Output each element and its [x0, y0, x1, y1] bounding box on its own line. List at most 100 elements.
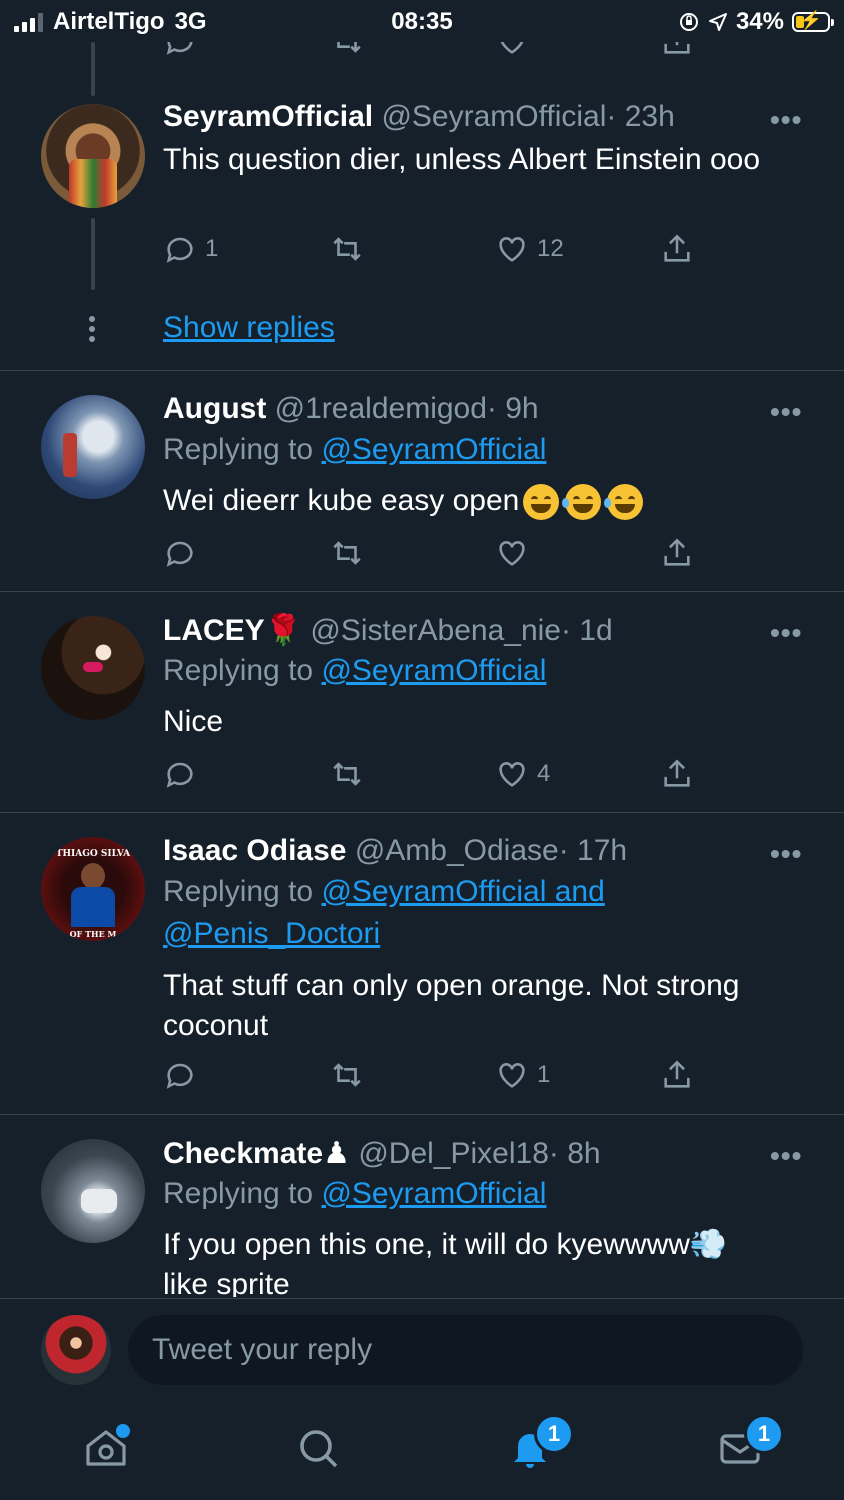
- share-icon: [664, 1060, 690, 1088]
- handle[interactable]: @1realdemigod: [275, 392, 487, 425]
- avatar[interactable]: [41, 104, 145, 208]
- mention-link[interactable]: @Penis_Doctori: [163, 917, 380, 951]
- reply-icon: [166, 1063, 193, 1089]
- like-button[interactable]: 1: [495, 1058, 550, 1092]
- share-icon: [664, 234, 690, 262]
- mention-link[interactable]: @SeyramOfficial: [321, 654, 546, 687]
- more-options-icon[interactable]: •••: [770, 1140, 802, 1172]
- retweet-icon: [333, 1063, 361, 1087]
- like-button[interactable]: 4: [495, 757, 550, 791]
- grinning-sweat-emoji: [523, 484, 560, 521]
- retweet-button[interactable]: [330, 1058, 364, 1092]
- tweet-text: Wei dieerr kube easy open: [163, 481, 813, 521]
- like-button[interactable]: [495, 536, 529, 570]
- dash-emoji: 💨: [689, 1228, 728, 1261]
- tweet[interactable]: THIAGO SILVA OF THE M Isaac Odiase @Amb_…: [0, 813, 844, 1113]
- tab-notifications[interactable]: 1: [500, 1414, 574, 1478]
- mention-link[interactable]: @SeyramOfficial: [321, 433, 546, 466]
- timestamp: · 8h: [548, 1137, 601, 1170]
- tweet-text: That stuff can only open orange. Not str…: [163, 969, 740, 1042]
- tab-bar: 1 1: [0, 1398, 844, 1500]
- tweet-text: Nice: [163, 705, 224, 738]
- replying-to-prefix: Replying to: [163, 433, 314, 466]
- tweet[interactable]: SeyramOfficial @SeyramOfficial· 23h ••• …: [0, 0, 844, 370]
- messages-badge: 1: [744, 1414, 784, 1454]
- like-count: 1: [537, 1061, 551, 1088]
- replying-to-prefix: Replying to: [163, 875, 314, 908]
- replying-to: Replying to @SeyramOfficial: [163, 433, 546, 467]
- share-button[interactable]: [660, 232, 694, 266]
- retweet-button[interactable]: [330, 757, 364, 791]
- reply-button[interactable]: 1: [163, 232, 218, 266]
- retweet-icon: [333, 237, 361, 261]
- search-icon: [300, 1430, 338, 1468]
- home-new-dot: [114, 1422, 132, 1440]
- handle[interactable]: @SeyramOfficial: [381, 100, 606, 133]
- reply-icon: [166, 762, 193, 788]
- tweet[interactable]: August @1realdemigod· 9h ••• Replying to…: [0, 371, 844, 591]
- avatar[interactable]: [41, 1139, 145, 1243]
- retweet-button[interactable]: [330, 232, 364, 266]
- like-count: 4: [537, 760, 551, 787]
- replying-to-prefix: Replying to: [163, 654, 314, 687]
- more-replies-icon: [89, 316, 95, 342]
- share-icon: [664, 538, 690, 566]
- reply-icon: [166, 237, 193, 263]
- mention-link[interactable]: @SeyramOfficial and: [321, 875, 604, 908]
- display-name[interactable]: Checkmate: [163, 1137, 323, 1170]
- replying-to: Replying to @SeyramOfficial: [163, 1177, 546, 1211]
- like-icon: [499, 1063, 525, 1088]
- reply-composer: Tweet your reply: [0, 1298, 844, 1399]
- like-icon: [499, 541, 525, 566]
- tweet-text-line-2: like sprite: [163, 1268, 290, 1297]
- display-name[interactable]: Isaac Odiase: [163, 834, 346, 867]
- share-button[interactable]: [660, 536, 694, 570]
- retweet-icon: [333, 541, 361, 565]
- tab-home[interactable]: [76, 1418, 136, 1478]
- tweet-text: This question dier, unless Albert Einste…: [163, 143, 761, 176]
- my-avatar[interactable]: [41, 1315, 111, 1385]
- handle[interactable]: @SisterAbena_nie: [310, 614, 561, 647]
- more-options-icon[interactable]: •••: [770, 617, 802, 649]
- tears-of-joy-emoji: [604, 484, 644, 521]
- timestamp: · 17h: [558, 834, 628, 867]
- tab-search[interactable]: [288, 1418, 348, 1478]
- tweet-text-content: Wei dieerr kube easy open: [163, 484, 520, 517]
- tab-messages[interactable]: 1: [710, 1414, 784, 1478]
- share-button[interactable]: [660, 757, 694, 791]
- tweet-reply-input[interactable]: Tweet your reply: [128, 1315, 803, 1385]
- retweet-button[interactable]: [330, 536, 364, 570]
- more-options-icon[interactable]: •••: [770, 396, 802, 428]
- handle[interactable]: @Del_Pixel18: [358, 1137, 549, 1170]
- display-name[interactable]: August: [163, 392, 266, 425]
- mention-link[interactable]: @SeyramOfficial: [321, 1177, 546, 1210]
- notifications-badge: 1: [534, 1414, 574, 1454]
- replying-to: Replying to @SeyramOfficial: [163, 654, 546, 688]
- share-button[interactable]: [660, 1058, 694, 1092]
- show-replies-link[interactable]: Show replies: [163, 311, 335, 345]
- avatar[interactable]: THIAGO SILVA OF THE M: [41, 837, 145, 941]
- display-name[interactable]: LACEY: [163, 614, 265, 647]
- like-button[interactable]: 12: [495, 232, 564, 266]
- tweet-text-line-1: If you open this one, it will do kyewwww: [163, 1228, 690, 1261]
- more-options-icon[interactable]: •••: [770, 838, 802, 870]
- handle[interactable]: @Amb_Odiase: [355, 834, 559, 867]
- tweet[interactable]: LACEY🌹 @SisterAbena_nie· 1d ••• Replying…: [0, 592, 844, 812]
- replying-to-prefix: Replying to: [163, 1177, 314, 1210]
- reply-button[interactable]: [163, 1058, 197, 1092]
- like-icon: [499, 762, 525, 787]
- tweet[interactable]: Checkmate♟ @Del_Pixel18· 8h ••• Replying…: [0, 1115, 844, 1297]
- chess-pawn-emoji: ♟: [323, 1137, 350, 1170]
- share-icon: [664, 759, 690, 787]
- display-name[interactable]: SeyramOfficial: [163, 100, 373, 133]
- reply-button[interactable]: [163, 536, 197, 570]
- timestamp: · 9h: [486, 392, 539, 425]
- timestamp: · 1d: [561, 614, 613, 647]
- avatar-caption: THIAGO SILVA: [55, 849, 131, 859]
- reply-button[interactable]: [163, 757, 197, 791]
- timestamp: · 23h: [606, 100, 675, 133]
- tweet-text: If you open this one, it will do kyewwww…: [163, 1225, 813, 1297]
- more-options-icon[interactable]: •••: [770, 104, 802, 136]
- avatar[interactable]: [41, 395, 145, 499]
- avatar[interactable]: [41, 616, 145, 720]
